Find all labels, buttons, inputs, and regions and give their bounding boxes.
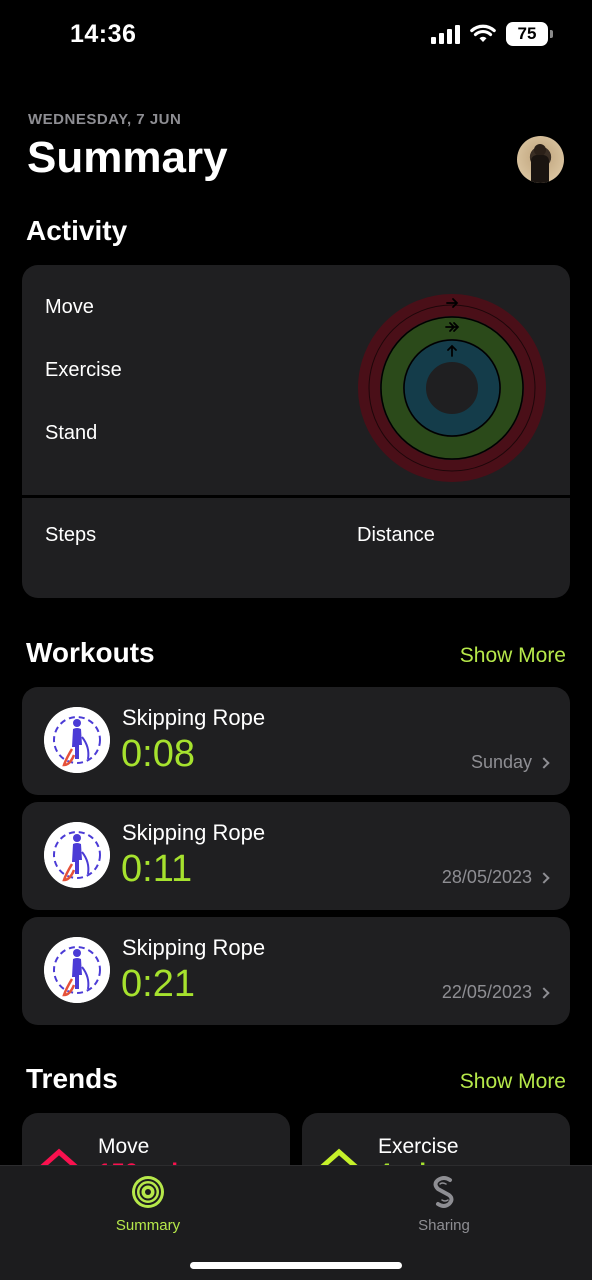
activity-rings [358,294,546,482]
skipping-rope-icon [44,707,110,773]
chevron-right-icon [538,871,550,884]
workout-name: Skipping Rope [122,820,266,845]
workout-card[interactable]: Skipping Rope 0:11 28/05/2023 [22,802,570,910]
distance-label: Distance [357,524,435,546]
home-indicator [190,1262,402,1269]
activity-section-title: Activity [26,215,128,246]
skipping-rope-icon [44,937,110,1003]
tab-summary[interactable]: Summary [88,1174,208,1234]
status-time: 14:36 [70,20,137,48]
workout-duration: 0:08 [121,733,195,775]
chevron-right-icon [538,756,550,769]
workout-name: Skipping Rope [122,705,266,730]
exercise-trend-label: Exercise [378,1135,459,1158]
workouts-section-title: Workouts [26,637,155,668]
workout-date: 28/05/2023 [442,867,550,888]
workout-duration: 0:21 [121,963,195,1005]
tab-sharing-label: Sharing [418,1217,470,1234]
activity-card[interactable]: Move Exercise Stand Steps Distance [22,265,570,598]
tab-summary-label: Summary [115,1217,181,1234]
workout-name: Skipping Rope [122,935,266,960]
trends-show-more-link[interactable]: Show More [460,1070,566,1094]
workout-duration: 0:11 [121,848,193,890]
exercise-label: Exercise [45,359,122,381]
workouts-show-more-link[interactable]: Show More [460,644,566,668]
move-label: Move [45,296,94,318]
battery-indicator: 75 [506,22,553,46]
stand-label: Stand [45,422,98,444]
trends-section-title: Trends [26,1063,118,1094]
tab-sharing[interactable]: Sharing [384,1174,504,1234]
move-trend-label: Move [98,1135,150,1158]
avatar[interactable] [517,136,564,183]
page-title: Summary [27,133,228,182]
workout-date: Sunday [471,752,550,773]
workout-date: 22/05/2023 [442,982,550,1003]
workout-card[interactable]: Skipping Rope 0:21 22/05/2023 [22,917,570,1025]
status-bar: 14:36 75 [0,0,592,72]
wifi-icon [470,24,496,42]
date-label: WEDNESDAY, 7 JUN [28,111,182,128]
sharing-icon [433,1176,454,1208]
activity-divider [22,495,570,498]
steps-label: Steps [45,524,97,546]
workout-card[interactable]: Skipping Rope 0:08 Sunday [22,687,570,795]
status-icons: 75 [431,22,553,46]
chevron-right-icon [538,986,550,999]
summary-rings-icon [132,1176,164,1208]
cellular-signal-icon [431,24,460,44]
skipping-rope-icon [44,822,110,888]
